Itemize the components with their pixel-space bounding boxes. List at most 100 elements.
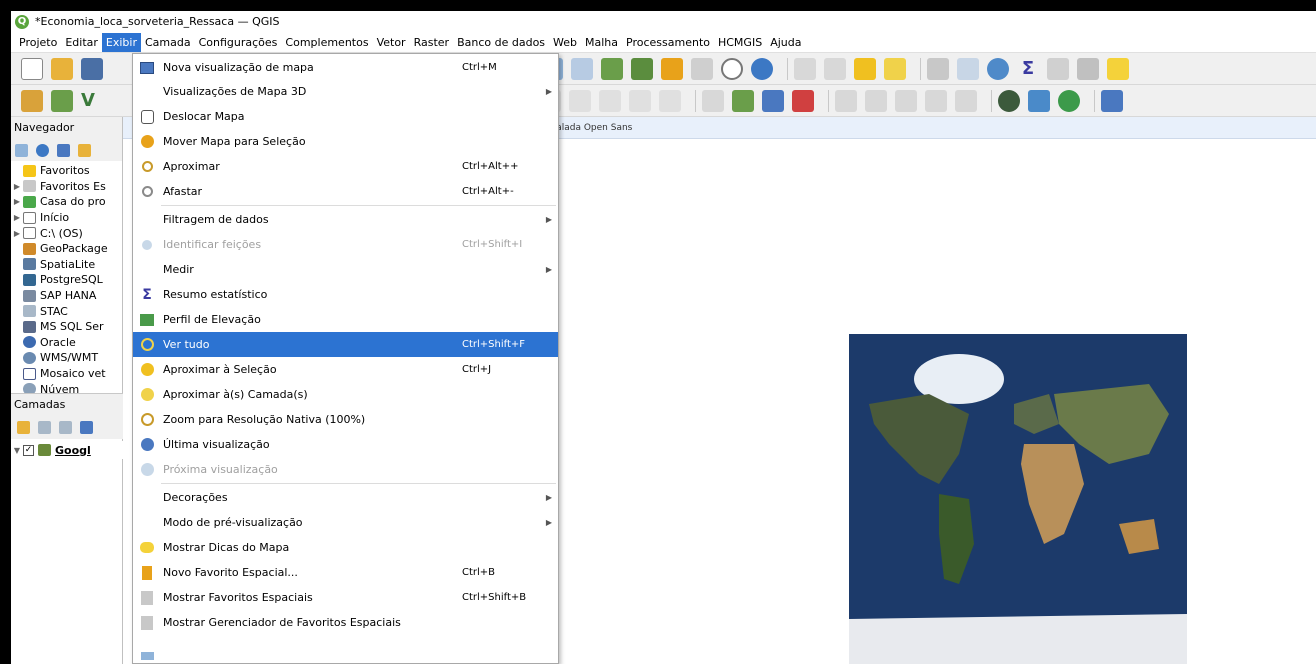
menu-banco-de-dados[interactable]: Banco de dados [453,33,549,52]
map-tips-icon[interactable] [1107,57,1129,80]
list-item[interactable]: ▶ Favoritos Es [11,179,122,195]
select-icon[interactable] [824,57,846,80]
filter-icon[interactable] [57,143,70,157]
menu-item-bookmark-manager[interactable]: Mostrar Gerenciador de Favoritos Espacia… [133,610,558,635]
menu-item-data-filtering[interactable]: Filtragem de dados ▶ [133,207,558,232]
menu-item-measure[interactable]: Medir ▶ [133,257,558,282]
label-move-icon[interactable] [895,89,917,112]
menu-item-zoom-to-layers[interactable]: Aproximar à(s) Camada(s) [133,382,558,407]
undo-icon[interactable] [629,89,651,112]
save-project-icon[interactable] [81,57,103,80]
paste-icon[interactable] [599,89,621,112]
visibility-icon[interactable] [59,420,72,434]
menu-item-zoom-out[interactable]: Afastar Ctrl+Alt+- [133,179,558,204]
measure-icon[interactable] [927,57,949,80]
identify-icon[interactable] [794,57,816,80]
label-pin-icon[interactable] [835,89,857,112]
menu-exibir[interactable]: Exibir [101,32,141,52]
menu-processamento[interactable]: Processamento [622,33,714,52]
expand-arrow-icon[interactable]: ▶ [11,197,23,206]
menu-camada[interactable]: Camada [141,33,195,52]
menu-item-zoom-native[interactable]: Zoom para Resolução Nativa (100%) [133,407,558,432]
menu-item-statistical-summary[interactable]: Σ Resumo estatístico [133,282,558,307]
list-item[interactable]: SAP HANA [11,288,122,304]
list-item[interactable]: MS SQL Ser [11,319,122,335]
menu-projeto[interactable]: Projeto [15,33,61,52]
label-abc-red-icon[interactable] [792,89,814,112]
list-item[interactable]: SpatiaLite [11,257,122,273]
list-item[interactable]: PostgreSQL [11,272,122,288]
list-item[interactable]: ▶ Casa do pro [11,194,122,210]
new-project-icon[interactable] [21,57,43,80]
menu-item-zoom-to-selection[interactable]: Aproximar à Seleção Ctrl+J [133,357,558,382]
zoom-layer-icon[interactable] [601,57,623,80]
list-item[interactable]: WMS/WMT [11,350,122,366]
label-change-icon[interactable] [955,89,977,112]
menu-complementos[interactable]: Complementos [281,33,372,52]
sigma-statistics-icon[interactable]: Σ [1017,58,1039,80]
menu-item-identify-features[interactable]: Identificar feições Ctrl+Shift+I [133,232,558,257]
layer-visibility-checkbox[interactable]: ✓ [23,444,34,456]
filter-icon[interactable] [80,420,93,434]
annotation-icon[interactable] [1077,57,1099,80]
menu-ajuda[interactable]: Ajuda [766,33,805,52]
plugin-icon[interactable] [51,89,73,112]
vector-v-icon[interactable]: V [81,90,103,112]
show-bookmarks-icon[interactable] [691,57,713,80]
menu-configuracoes[interactable]: Configurações [195,33,282,52]
select-features-icon[interactable] [854,57,876,80]
redo-icon[interactable] [659,89,681,112]
list-item[interactable]: ▶ Início [11,210,122,226]
menu-item-zoom-last[interactable]: Última visualização [133,432,558,457]
menu-item-new-map-view[interactable]: Nova visualização de mapa Ctrl+M [133,55,558,80]
expand-arrow-icon[interactable]: ▶ [11,229,23,238]
zoom-selection-icon[interactable] [631,57,653,80]
layer-plugin-icon[interactable] [1058,89,1080,112]
label-abc-icon[interactable] [762,89,784,112]
expand-arrow-icon[interactable]: ▶ [11,213,23,222]
list-item[interactable]: GeoPackage [11,241,122,257]
list-item[interactable]: ▶ C:\ (OS) [11,225,122,241]
menu-web[interactable]: Web [549,33,581,52]
menu-editar[interactable]: Editar [61,33,102,52]
menu-malha[interactable]: Malha [581,33,622,52]
menu-item-new-spatial-bookmark[interactable]: Novo Favorito Espacial... Ctrl+B [133,560,558,585]
label-show-icon[interactable] [865,89,887,112]
menu-item-zoom-in[interactable]: Aproximar Ctrl+Alt++ [133,154,558,179]
menu-raster[interactable]: Raster [410,33,453,52]
list-item[interactable]: Favoritos [11,163,122,179]
copy-icon[interactable] [569,89,591,112]
refresh-icon[interactable] [36,143,49,157]
label-icon[interactable] [702,89,724,112]
temporal-icon[interactable] [721,57,743,80]
menu-item-preview-mode[interactable]: Modo de pré-visualização ▶ [133,510,558,535]
open-project-icon[interactable] [51,57,73,80]
label-highlight-icon[interactable] [732,89,754,112]
menu-item-elevation-profile[interactable]: Perfil de Elevação [133,307,558,332]
attribute-table-icon[interactable] [957,57,979,80]
refresh-icon[interactable] [751,57,773,80]
collapse-icon[interactable] [78,143,91,157]
list-item[interactable]: STAC [11,303,122,319]
menu-item-zoom-next[interactable]: Próxima visualização [133,457,558,482]
menu-item-show-spatial-bookmarks[interactable]: Mostrar Favoritos Espaciais Ctrl+Shift+B [133,585,558,610]
python-icon[interactable] [1028,89,1050,112]
digitize-icon[interactable] [21,89,43,112]
menu-hcmgis[interactable]: HCMGIS [714,33,766,52]
collapse-arrow-icon[interactable]: ▼ [11,446,23,455]
expand-arrow-icon[interactable]: ▶ [11,182,23,191]
label-rotate-icon[interactable] [925,89,947,112]
menu-vetor[interactable]: Vetor [373,33,410,52]
style-icon[interactable] [17,420,30,434]
menu-item-3d-map-views[interactable]: Visualizações de Mapa 3D ▶ [133,79,558,104]
menu-item-pan-map[interactable]: Deslocar Mapa [133,104,558,129]
menu-item-map-tips[interactable]: Mostrar Dicas do Mapa [133,535,558,560]
menu-item-zoom-full[interactable]: Ver tudo Ctrl+Shift+F [133,332,558,357]
add-group-icon[interactable] [38,420,51,434]
help-icon[interactable] [1101,89,1123,112]
globe-icon[interactable] [998,89,1020,112]
processing-gear-icon[interactable] [987,57,1009,80]
menu-item-decorations[interactable]: Decorações ▶ [133,485,558,510]
layer-item[interactable]: ▼ ✓ Googl [11,441,123,459]
menu-item-pan-to-selection[interactable]: Mover Mapa para Seleção [133,129,558,154]
